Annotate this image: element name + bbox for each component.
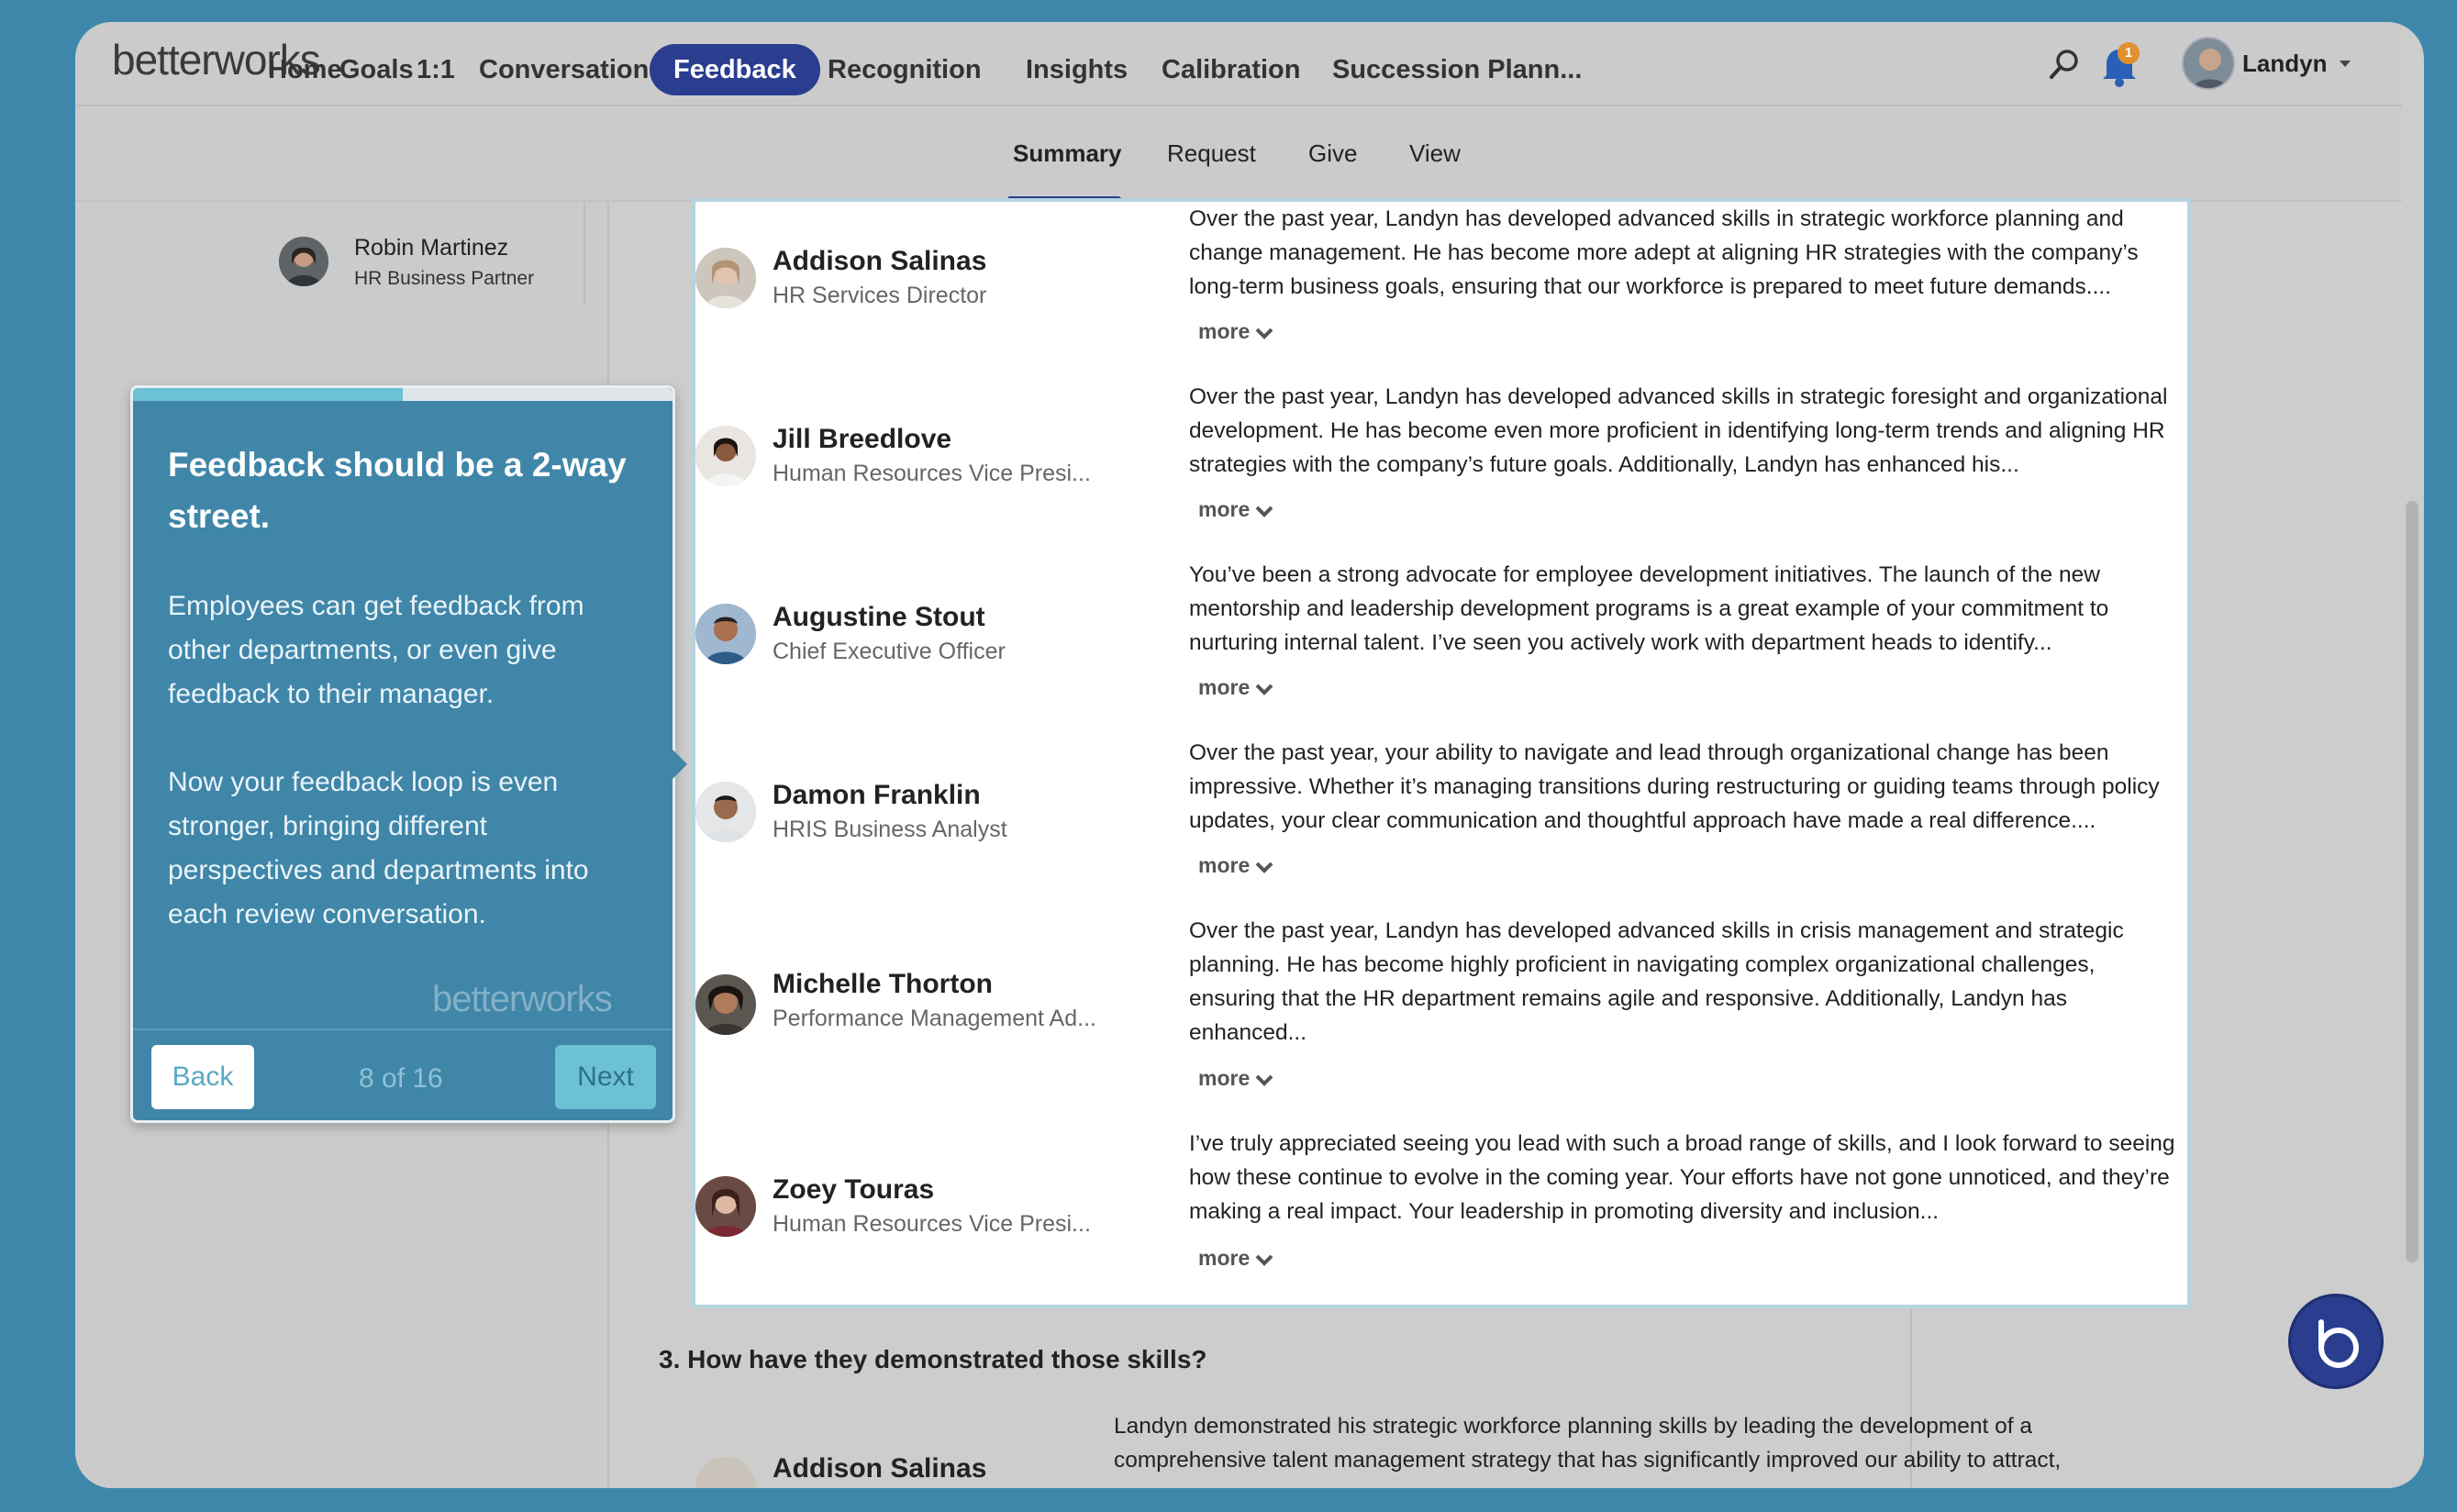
tab-summary[interactable]: Summary — [1013, 139, 1122, 168]
list-item: Jill Breedlove Human Resources Vice Pres… — [695, 380, 2187, 558]
help-button[interactable] — [2288, 1294, 2384, 1389]
feedback-text: Over the past year, Landyn has developed… — [1189, 206, 2139, 299]
nav-succession-planning[interactable]: Succession Plann... — [1332, 44, 1582, 95]
divider — [133, 1028, 673, 1030]
question-heading: 3. How have they demonstrated those skil… — [659, 1345, 1207, 1373]
more-label: more — [1198, 675, 1251, 699]
back-button[interactable]: Back — [151, 1045, 254, 1109]
feedback-text: Over the past year, your ability to navi… — [1189, 740, 2160, 833]
feedback-text: You’ve been a strong advocate for employ… — [1189, 562, 2109, 655]
chevron-down-icon — [1255, 328, 1273, 339]
chevron-down-icon — [1255, 1254, 1273, 1266]
more-button[interactable]: more — [1198, 1246, 1273, 1271]
list-item: Damon Franklin HRIS Business Analyst Ove… — [695, 736, 2187, 914]
reviewer-name[interactable]: Michelle Thorton — [773, 969, 993, 1000]
app-window: betterworks Home Goals 1:1 Conversations… — [75, 22, 2424, 1488]
nav-calibration[interactable]: Calibration — [1162, 44, 1300, 95]
sub-nav: Summary Request Give View — [75, 106, 2402, 202]
tour-body: Employees can get feedback from other de… — [168, 584, 645, 981]
product-tour-card: Feedback should be a 2-way street. Emplo… — [130, 385, 687, 1123]
list-item: Michelle Thorton Performance Management … — [695, 914, 2187, 1127]
feedback-text: Over the past year, Landyn has developed… — [1189, 384, 2168, 477]
tour-pointer — [673, 750, 687, 779]
chevron-down-icon — [1255, 506, 1273, 517]
list-item: Augustine Stout Chief Executive Officer … — [695, 558, 2187, 736]
nav-feedback[interactable]: Feedback — [650, 44, 820, 95]
nav-insights[interactable]: Insights — [1026, 44, 1128, 95]
more-button[interactable]: more — [1198, 497, 1273, 522]
nav-one-on-one[interactable]: 1:1 — [417, 44, 455, 95]
chevron-down-icon — [1255, 684, 1273, 695]
tour-progress-track — [133, 388, 673, 401]
avatar — [695, 974, 756, 1035]
betterworks-watermark: betterworks — [432, 979, 613, 1019]
help-icon — [2318, 1319, 2359, 1368]
avatar — [695, 604, 756, 664]
nav-conversations[interactable]: Conversations — [479, 44, 663, 95]
more-label: more — [1198, 1246, 1251, 1270]
notification-badge: 1 — [2118, 42, 2140, 64]
reviewer-role: Human Resources Vice Presi... — [773, 1211, 1091, 1237]
tab-view[interactable]: View — [1409, 139, 1461, 168]
more-label: more — [1198, 853, 1251, 877]
more-label: more — [1198, 1066, 1251, 1090]
avatar — [279, 237, 328, 286]
top-nav: betterworks Home Goals 1:1 Conversations… — [75, 22, 2402, 106]
tour-progress-fill — [133, 388, 403, 401]
tour-step-counter: 8 of 16 — [359, 1063, 443, 1094]
reviewer-name[interactable]: Augustine Stout — [773, 602, 985, 633]
avatar — [695, 426, 756, 486]
more-label: more — [1198, 319, 1251, 343]
tour-paragraph: Employees can get feedback from other de… — [168, 591, 584, 709]
more-button[interactable]: more — [1198, 1066, 1273, 1091]
reviewer-name[interactable]: Addison Salinas — [773, 1453, 986, 1484]
reviewer-name[interactable]: Zoey Touras — [773, 1174, 934, 1206]
reviewer-role: Human Resources Vice Presi... — [773, 461, 1091, 486]
feedback-list: Addison Salinas HR Services Director Ove… — [692, 198, 2191, 1308]
nav-recognition[interactable]: Recognition — [828, 44, 982, 95]
nav-home[interactable]: Home — [268, 44, 342, 95]
more-button[interactable]: more — [1198, 319, 1273, 344]
next-button[interactable]: Next — [555, 1045, 656, 1109]
more-label: more — [1198, 497, 1251, 521]
feedback-text: I’ve truly appreciated seeing you lead w… — [1189, 1131, 2175, 1224]
nav-goals[interactable]: Goals — [339, 44, 414, 95]
avatar — [695, 248, 756, 308]
list-item: Zoey Touras Human Resources Vice Presi..… — [695, 1127, 2187, 1305]
reviewer-name[interactable]: Jill Breedlove — [773, 424, 951, 455]
person-name[interactable]: Robin Martinez — [354, 235, 508, 261]
user-avatar[interactable] — [2182, 37, 2235, 90]
search-icon[interactable] — [2046, 46, 2083, 83]
user-name[interactable]: Landyn — [2242, 50, 2327, 78]
tab-give[interactable]: Give — [1308, 139, 1357, 168]
tour-paragraph: Now your feedback loop is even stronger,… — [168, 767, 589, 929]
avatar — [695, 782, 756, 842]
feedback-text: Landyn demonstrated his strategic workfo… — [1114, 1414, 2062, 1473]
reviewer-role: Performance Management Ad... — [773, 1006, 1096, 1031]
divider — [584, 202, 585, 303]
scrollbar-thumb[interactable] — [2406, 501, 2418, 1262]
reviewer-name[interactable]: Addison Salinas — [773, 246, 986, 277]
avatar — [695, 1457, 756, 1488]
chevron-down-icon — [1255, 1074, 1273, 1086]
feedback-text: Over the past year, Landyn has developed… — [1189, 918, 2124, 1045]
list-item: Addison Salinas HR Services Director Ove… — [695, 202, 2187, 380]
more-button[interactable]: more — [1198, 853, 1273, 878]
more-button[interactable]: more — [1198, 675, 1273, 700]
reviewer-role: HR Services Director — [773, 283, 987, 308]
reviewer-role: Chief Executive Officer — [773, 639, 1006, 664]
person-title: HR Business Partner — [354, 268, 535, 289]
tour-title: Feedback should be a 2-way street. — [168, 446, 627, 535]
tab-request[interactable]: Request — [1167, 139, 1256, 168]
chevron-down-icon[interactable] — [2338, 59, 2352, 70]
reviewer-role: HRIS Business Analyst — [773, 817, 1007, 842]
chevron-down-icon — [1255, 862, 1273, 873]
reviewer-name[interactable]: Damon Franklin — [773, 780, 981, 811]
avatar — [695, 1176, 756, 1237]
